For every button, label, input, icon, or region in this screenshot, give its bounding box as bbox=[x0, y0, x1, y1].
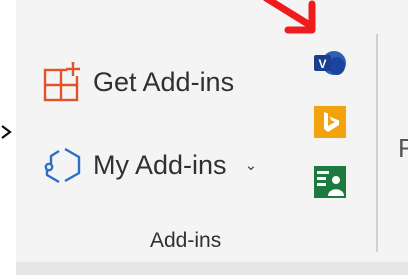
chevron-down-icon[interactable]: ⌄ bbox=[245, 156, 258, 174]
annotation-arrow-icon bbox=[263, 0, 316, 34]
svg-text:V: V bbox=[318, 57, 326, 71]
viva-insights-icon[interactable]: V bbox=[312, 46, 346, 80]
store-grid-plus-icon bbox=[43, 62, 80, 102]
my-addins-label: My Add-ins bbox=[93, 149, 227, 180]
group-label-addins: Add-ins bbox=[150, 229, 222, 252]
contact-card-icon[interactable] bbox=[314, 166, 346, 198]
get-addins-button[interactable]: Get Add-ins bbox=[41, 60, 234, 104]
ribbon-bottom-edge bbox=[16, 262, 408, 275]
get-addins-label: Get Add-ins bbox=[93, 66, 235, 97]
ribbon-panel bbox=[16, 0, 408, 262]
puzzle-hexagon-icon bbox=[44, 147, 81, 184]
my-addins-button[interactable]: My Add-ins ⌄ bbox=[41, 143, 257, 187]
arrow-pointer-icon bbox=[1, 125, 12, 139]
bing-icon[interactable] bbox=[314, 106, 346, 138]
group-separator bbox=[376, 34, 378, 252]
next-group-partial-label: F bbox=[398, 133, 408, 163]
